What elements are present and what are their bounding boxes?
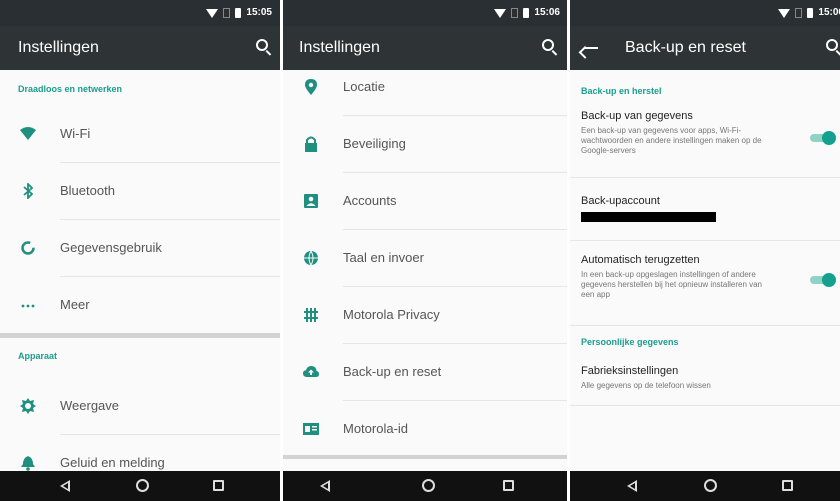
list-end-divider: [283, 455, 567, 459]
app-bar: Instellingen: [0, 26, 280, 70]
back-arrow-icon[interactable]: [584, 47, 598, 49]
item-label: Weergave: [60, 398, 120, 413]
backup-data-toggle[interactable]: [808, 131, 838, 145]
battery-icon: [235, 8, 242, 18]
bluetooth-icon: [20, 183, 36, 199]
page-title: Instellingen: [18, 39, 99, 56]
wifi-signal-icon: [494, 8, 507, 18]
no-sim-icon: [511, 8, 519, 18]
wifi-signal-icon: [206, 8, 219, 18]
settings-item-more[interactable]: Meer: [0, 277, 280, 333]
globe-icon: [303, 250, 319, 266]
auto-restore-toggle[interactable]: [808, 273, 838, 287]
redacted-account: [581, 212, 716, 222]
item-label: Gegevensgebruik: [60, 240, 162, 255]
settings-screen-1: 15:05 Instellingen Draadloos en netwerke…: [0, 0, 280, 501]
more-icon: [20, 297, 36, 313]
data-usage-icon: [20, 240, 36, 256]
setting-description: Een back-up van gegevens voor apps, Wi-F…: [581, 126, 762, 155]
home-nav-icon[interactable]: [704, 479, 717, 492]
nav-bar: [283, 471, 567, 501]
section-header-wireless: Draadloos en netwerken: [18, 84, 123, 94]
setting-description: In een back-up opgeslagen instellingen o…: [581, 270, 763, 299]
search-icon[interactable]: [542, 39, 554, 51]
settings-item-location[interactable]: Locatie: [283, 59, 567, 115]
auto-restore-setting[interactable]: Automatisch terugzetten In een back-up o…: [581, 254, 828, 300]
wifi-icon: [20, 126, 36, 142]
setting-title: Fabrieksinstellingen: [581, 365, 679, 377]
setting-title: Automatisch terugzetten: [581, 254, 700, 266]
app-bar: Back-up en reset: [570, 26, 840, 70]
nav-bar: [0, 471, 280, 501]
backup-data-setting[interactable]: Back-up van gegevens Een back-up van geg…: [581, 110, 828, 156]
lock-icon: [303, 136, 319, 152]
backup-reset-screen: 15:06 Back-up en reset Back-up en herste…: [570, 0, 840, 501]
privacy-grid-icon: [303, 307, 319, 323]
bell-icon: [20, 455, 36, 471]
settings-item-security[interactable]: Beveiliging: [283, 116, 567, 172]
settings-item-motorola-privacy[interactable]: Motorola Privacy: [283, 287, 567, 343]
backup-account-setting[interactable]: Back-upaccount: [581, 195, 828, 211]
section-header-backup: Back-up en herstel: [581, 86, 662, 96]
settings-item-language[interactable]: Taal en invoer: [283, 230, 567, 286]
recents-nav-icon[interactable]: [213, 480, 224, 491]
setting-title: Back-up van gegevens: [581, 110, 693, 122]
item-label: Bluetooth: [60, 183, 115, 198]
clock: 15:06: [818, 7, 840, 18]
recents-nav-icon[interactable]: [782, 480, 793, 491]
settings-screen-2: 15:06 Instellingen Locatie Beveiliging A…: [283, 0, 567, 501]
status-bar: 15:06: [570, 0, 840, 26]
brightness-icon: [20, 398, 36, 414]
settings-item-bluetooth[interactable]: Bluetooth: [0, 163, 280, 219]
settings-item-data-usage[interactable]: Gegevensgebruik: [0, 220, 280, 276]
search-icon[interactable]: [256, 39, 268, 51]
back-nav-icon[interactable]: [320, 480, 330, 492]
location-icon: [303, 79, 319, 95]
item-label: Locatie: [343, 79, 385, 94]
item-label: Beveiliging: [343, 136, 406, 151]
id-card-icon: [303, 421, 319, 437]
no-sim-icon: [795, 8, 803, 18]
no-sim-icon: [223, 8, 231, 18]
item-label: Taal en invoer: [343, 250, 424, 265]
factory-reset-setting[interactable]: Fabrieksinstellingen Alle gegevens op de…: [581, 365, 828, 391]
search-icon[interactable]: [826, 39, 838, 51]
item-label: Motorola Privacy: [343, 307, 440, 322]
settings-item-wifi[interactable]: Wi-Fi: [0, 106, 280, 162]
page-title: Back-up en reset: [625, 39, 746, 56]
item-label: Back-up en reset: [343, 364, 442, 379]
back-nav-icon[interactable]: [60, 480, 70, 492]
settings-item-display[interactable]: Weergave: [0, 378, 280, 434]
setting-description: Alle gegevens op de telefoon wissen: [581, 381, 711, 390]
back-nav-icon[interactable]: [627, 480, 637, 492]
setting-title: Back-upaccount: [581, 195, 660, 207]
item-label: Wi-Fi: [60, 126, 91, 141]
status-bar: 15:06: [283, 0, 567, 26]
section-header-device: Apparaat: [18, 351, 58, 361]
settings-item-backup-reset[interactable]: Back-up en reset: [283, 344, 567, 400]
home-nav-icon[interactable]: [422, 479, 435, 492]
battery-icon: [523, 8, 530, 18]
nav-bar: [570, 471, 840, 501]
clock: 15:05: [246, 7, 272, 18]
home-nav-icon[interactable]: [136, 479, 149, 492]
settings-item-accounts[interactable]: Accounts: [283, 173, 567, 229]
section-divider: [0, 333, 280, 338]
settings-item-motorola-id[interactable]: Motorola-id: [283, 401, 567, 457]
cloud-upload-icon: [303, 364, 319, 380]
item-label: Meer: [60, 297, 90, 312]
recents-nav-icon[interactable]: [503, 480, 514, 491]
account-icon: [303, 193, 319, 209]
status-bar: 15:05: [0, 0, 280, 26]
battery-icon: [807, 8, 814, 18]
clock: 15:06: [534, 7, 560, 18]
wifi-signal-icon: [778, 8, 791, 18]
item-label: Accounts: [343, 193, 397, 208]
section-header-personal: Persoonlijke gegevens: [581, 337, 679, 347]
item-label: Motorola-id: [343, 421, 409, 436]
